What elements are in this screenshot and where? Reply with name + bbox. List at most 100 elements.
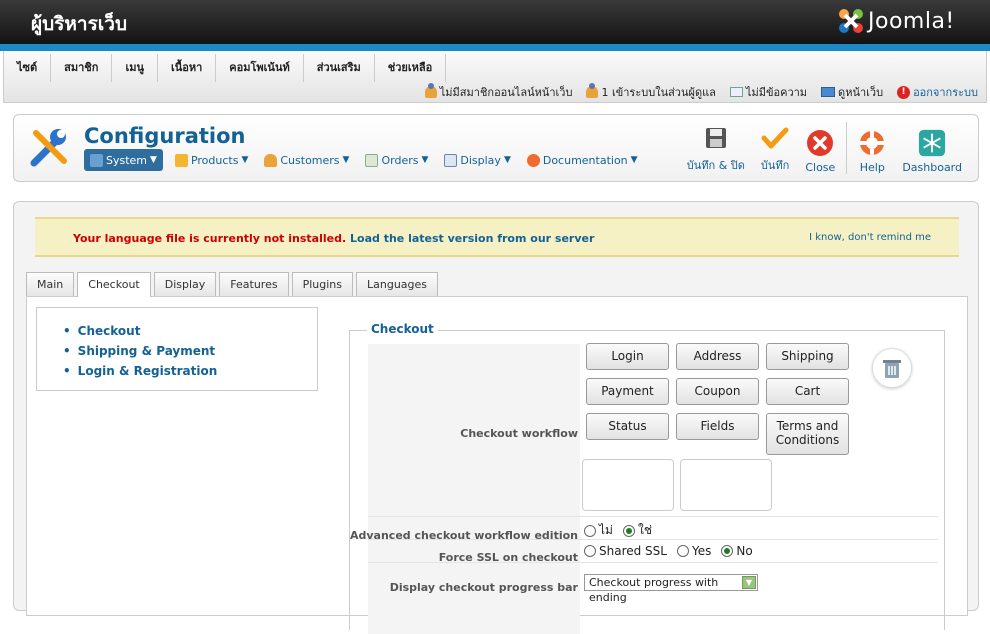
submenu-documentation[interactable]: Documentation ▼ — [523, 149, 642, 171]
chevron-down-icon[interactable]: ▼ — [742, 576, 756, 589]
radio-ssl-no[interactable] — [721, 545, 734, 557]
advanced-workflow-label: Advanced checkout workflow edition — [349, 529, 578, 542]
chevron-down-icon: ▼ — [342, 155, 350, 165]
display-icon — [444, 153, 458, 167]
workflow-drop-zone[interactable] — [680, 459, 772, 511]
menu-components[interactable]: คอมโพเน้นท์ — [216, 54, 304, 82]
workflow-address-button[interactable]: Address — [676, 343, 759, 370]
workflow-status-button[interactable]: Status — [586, 413, 669, 440]
checkout-tab-panel: Checkout Shipping & Payment Login & Regi… — [26, 296, 968, 634]
messages-link[interactable]: ไม่มีข้อความ — [746, 83, 807, 101]
ssl-no-option[interactable]: No — [721, 544, 753, 558]
submenu-documentation-label: Documentation — [542, 153, 628, 167]
workflow-shipping-button[interactable]: Shipping — [766, 343, 849, 370]
radio-no[interactable] — [584, 524, 596, 537]
submenu-customers[interactable]: Customers ▼ — [260, 149, 353, 171]
tab-checkout[interactable]: Checkout — [77, 272, 151, 297]
workflow-coupon-button[interactable]: Coupon — [676, 378, 759, 405]
force-ssl-radios: Shared SSL Yes No — [584, 544, 753, 558]
config-toolbar: Configuration System ▼ Products ▼ Custom… — [13, 114, 979, 182]
section-link-shipping-payment[interactable]: Shipping & Payment — [63, 341, 317, 361]
radio-shared-ssl[interactable] — [584, 545, 596, 557]
progress-select-value: Checkout progress with ending — [589, 576, 719, 604]
language-notice: Your language file is currently not inst… — [35, 217, 959, 257]
submenu-products[interactable]: Products ▼ — [171, 149, 252, 171]
row-divider — [368, 516, 938, 517]
products-icon — [174, 153, 188, 167]
menu-users[interactable]: สมาชิก — [51, 54, 113, 82]
content-panel: Your language file is currently not inst… — [13, 201, 979, 634]
tab-main[interactable]: Main — [26, 272, 75, 296]
tab-plugins[interactable]: Plugins — [291, 272, 353, 296]
advanced-yes-label: ใช่ — [637, 523, 652, 537]
submenu-orders[interactable]: Orders ▼ — [361, 149, 432, 171]
header-accent-bar — [0, 44, 990, 51]
lifebuoy-icon — [526, 153, 540, 167]
messages-status[interactable]: ไม่มีข้อความ — [729, 83, 807, 101]
menu-help[interactable]: ช่วยเหลือ — [375, 54, 447, 82]
admin-users-text: 1 เข้าระบบในส่วนผู้ดูแล — [601, 86, 716, 99]
section-link-checkout[interactable]: Checkout — [63, 321, 317, 341]
submenu-system[interactable]: System ▼ — [84, 149, 163, 171]
close-button[interactable]: Close — [797, 122, 843, 174]
workflow-login-button[interactable]: Login — [586, 343, 669, 370]
menu-content[interactable]: เนื้อหา — [158, 54, 217, 82]
dashboard-button[interactable]: Dashboard — [894, 122, 970, 174]
ssl-yes-option[interactable]: Yes — [676, 544, 712, 558]
menu-site[interactable]: ไซต์ — [4, 54, 52, 82]
help-label: Help — [859, 161, 885, 174]
users-icon — [424, 83, 437, 98]
trash-icon — [883, 360, 901, 378]
workflow-payment-button[interactable]: Payment — [586, 378, 669, 405]
advanced-yes-option[interactable]: ใช่ — [622, 521, 652, 540]
radio-ssl-yes[interactable] — [676, 545, 689, 557]
progress-bar-label: Display checkout progress bar — [389, 581, 578, 594]
workflow-terms-button[interactable]: Terms and Conditions — [766, 413, 849, 455]
chevron-down-icon: ▼ — [241, 155, 249, 165]
dashboard-icon — [918, 129, 946, 157]
ssl-yes-label: Yes — [691, 544, 712, 558]
mail-icon — [729, 87, 743, 97]
workflow-fields-button[interactable]: Fields — [676, 413, 759, 440]
view-site-text[interactable]: ดูหน้าเว็บ — [838, 83, 883, 101]
section-link-login-registration[interactable]: Login & Registration — [63, 361, 317, 381]
advanced-no-option[interactable]: ไม่ — [584, 521, 613, 540]
logout-text[interactable]: ออกจากระบบ — [913, 83, 978, 101]
toolbar-buttons: บันทึก & ปิด บันทึก Close Help Dashboard — [679, 122, 970, 174]
logout-icon: ! — [897, 85, 911, 99]
floppy-disk-icon — [702, 124, 730, 152]
toolbar-divider — [846, 122, 848, 174]
advanced-workflow-radios: ไม่ ใช่ — [584, 521, 652, 540]
notice-warning: Your language file is currently not inst… — [73, 232, 347, 245]
workflow-trash-button[interactable] — [872, 348, 912, 388]
tab-display[interactable]: Display — [153, 272, 217, 296]
submenu-orders-label: Orders — [381, 153, 419, 167]
ssl-shared-option[interactable]: Shared SSL — [584, 544, 667, 558]
view-site-link[interactable]: ดูหน้าเว็บ — [821, 83, 883, 101]
help-button[interactable]: Help — [850, 122, 894, 174]
notice-download-link[interactable]: Load the latest version from our server — [350, 232, 594, 245]
label-column: Checkout workflow Advanced checkout work… — [350, 344, 580, 634]
save-button[interactable]: บันทึก — [753, 122, 797, 174]
submenu-display[interactable]: Display ▼ — [440, 149, 514, 171]
admin-menubar: ไซต์ สมาชิก เมนู เนื้อหา คอมโพเน้นท์ ส่ว… — [3, 51, 987, 103]
logout-link[interactable]: ! ออกจากระบบ — [897, 83, 978, 101]
checkout-fieldset: Checkout Checkout workflow Advanced chec… — [349, 322, 945, 634]
row-divider — [368, 539, 938, 540]
online-users-text: ไม่มีสมาชิกออนไลน์หน้าเว็บ — [439, 86, 573, 99]
menu-extensions[interactable]: ส่วนเสริม — [304, 54, 375, 82]
tab-features[interactable]: Features — [219, 272, 289, 296]
advanced-no-label: ไม่ — [599, 523, 613, 537]
chevron-down-icon: ▼ — [630, 155, 638, 165]
radio-yes[interactable] — [622, 524, 635, 537]
progress-bar-select[interactable]: Checkout progress with ending ▼ — [584, 574, 758, 604]
ssl-no-label: No — [736, 544, 753, 558]
workflow-drop-zone[interactable] — [582, 459, 674, 511]
notice-dismiss-link[interactable]: I know, don't remind me — [809, 232, 931, 243]
menu-menus[interactable]: เมนู — [112, 54, 158, 82]
checkout-legend: Checkout — [367, 322, 438, 336]
workflow-cart-button[interactable]: Cart — [766, 378, 849, 405]
checkmark-icon — [761, 124, 789, 152]
save-close-button[interactable]: บันทึก & ปิด — [679, 122, 753, 174]
tab-languages[interactable]: Languages — [356, 272, 439, 296]
